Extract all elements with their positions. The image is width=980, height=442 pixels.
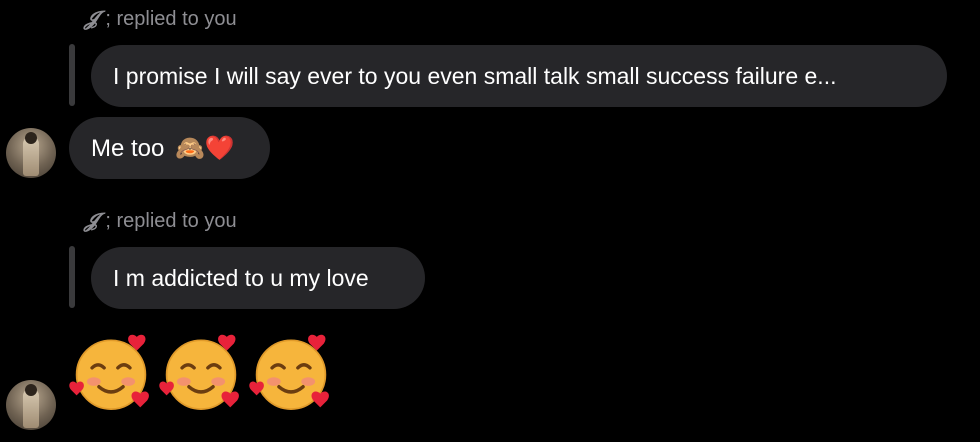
sender-mark: 𝓙 xyxy=(84,6,98,30)
sender-mark: 𝓙 xyxy=(84,208,98,232)
smiling-face-with-hearts-icon xyxy=(249,334,329,410)
smiling-face-with-hearts-icon xyxy=(159,334,239,410)
message-text: Me too xyxy=(91,135,165,162)
reply-quote-bar xyxy=(69,246,75,308)
avatar-head xyxy=(25,132,37,144)
chat-thread: 𝓙 ; replied to you I promise I will say … xyxy=(0,0,980,442)
reply-header: 𝓙 ; replied to you xyxy=(84,208,237,233)
smiling-face-with-hearts-icon xyxy=(69,334,149,410)
quoted-message-text: I promise I will say ever to you even sm… xyxy=(113,63,837,89)
message-emoji: 🙈❤️ xyxy=(175,134,235,162)
reply-header-text: ; replied to you xyxy=(105,8,237,30)
avatar[interactable] xyxy=(6,128,56,178)
reply-quote-bar xyxy=(69,44,75,106)
quoted-message-text: I m addicted to u my love xyxy=(113,265,369,291)
message-bubble[interactable]: Me too 🙈❤️ xyxy=(69,117,270,179)
quoted-message[interactable]: I m addicted to u my love xyxy=(91,247,425,309)
reply-header-text: ; replied to you xyxy=(105,210,237,232)
reply-header: 𝓙 ; replied to you xyxy=(84,6,237,31)
quoted-message[interactable]: I promise I will say ever to you even sm… xyxy=(91,45,947,107)
emoji-message[interactable] xyxy=(68,330,334,420)
avatar-head xyxy=(25,384,37,396)
avatar[interactable] xyxy=(6,380,56,430)
